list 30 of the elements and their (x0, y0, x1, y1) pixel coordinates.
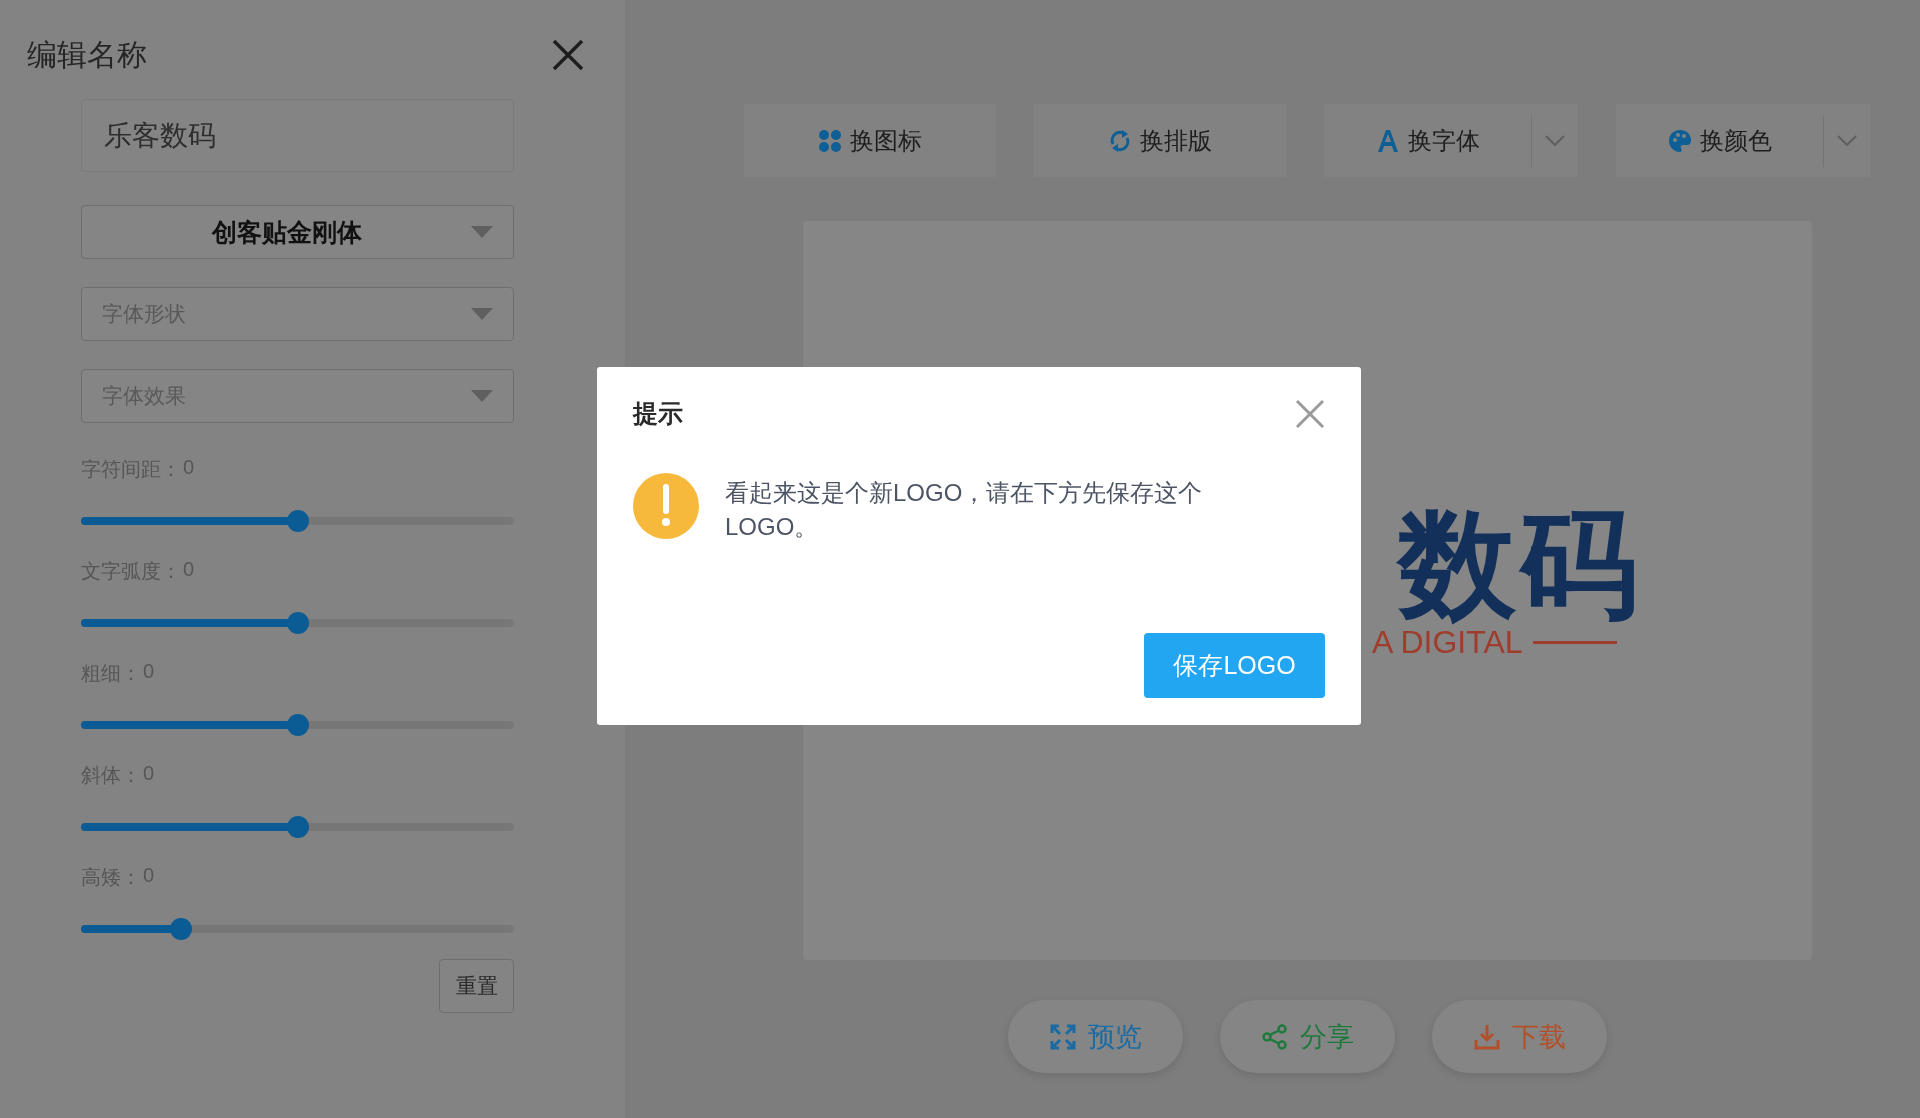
toolbar-button[interactable]: 换图标 (744, 104, 996, 177)
caret-icon (471, 308, 493, 320)
reset-button[interactable]: 重置 (439, 959, 514, 1013)
slider-thumb[interactable] (286, 714, 309, 736)
logo-name: 数码 (1398, 504, 1642, 624)
close-button[interactable] (551, 38, 585, 72)
dropdown-select[interactable]: 创客贴金刚体 (81, 205, 514, 259)
close-button[interactable] (1295, 398, 1325, 429)
dots-icon (818, 128, 842, 153)
name-input[interactable]: 乐客数码 (81, 99, 514, 172)
chevron-icon (1545, 135, 1565, 146)
slider-thumb[interactable] (169, 918, 192, 940)
dialog-message: 看起来这是个新LOGO，请在下方先保存这个LOGO。 (725, 478, 1204, 542)
chevron-icon (1837, 135, 1857, 146)
save-logo-button[interactable]: 保存LOGO (1144, 633, 1325, 698)
refresh-icon (1108, 128, 1132, 153)
slider-thumb[interactable] (286, 612, 309, 634)
close-icon (1295, 398, 1325, 429)
caret-icon (471, 390, 493, 402)
caret-icon (471, 226, 493, 238)
close-icon (551, 38, 585, 72)
warning-icon (633, 473, 699, 539)
slider-thumb[interactable] (286, 816, 309, 838)
panel-title: 编辑名称 (27, 36, 147, 73)
palette-icon (1667, 128, 1692, 153)
toolbar-button[interactable]: 换排版 (1034, 104, 1286, 177)
logo-tagline: A DIGITAL (1372, 624, 1523, 661)
slider-thumb[interactable] (286, 510, 309, 532)
letter-icon (1375, 128, 1400, 153)
dialog-title: 提示 (633, 398, 683, 429)
